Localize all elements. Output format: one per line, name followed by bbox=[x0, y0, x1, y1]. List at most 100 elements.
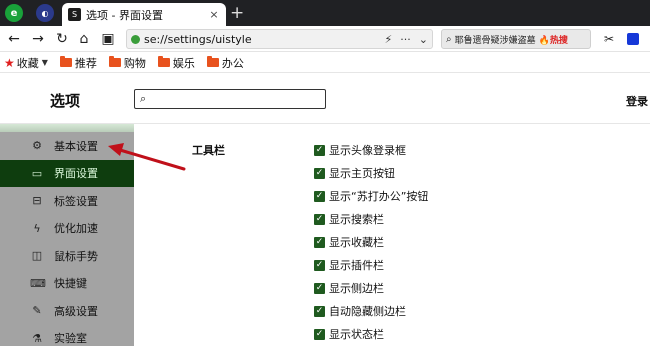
option-status-bar[interactable]: ✓ 显示状态栏 bbox=[314, 326, 384, 342]
option-sidebar[interactable]: ✓ 显示侧边栏 bbox=[314, 280, 384, 296]
option-label: 显示侧边栏 bbox=[329, 282, 384, 295]
checkbox-checked-icon[interactable]: ✓ bbox=[314, 259, 325, 271]
search-suggestion: 耶鲁遗骨疑涉嫌盗墓 bbox=[454, 35, 536, 46]
sidebar-item-shortcuts[interactable]: ⌨ 快捷键 bbox=[0, 270, 134, 298]
option-label: 显示插件栏 bbox=[329, 259, 384, 272]
option-label: 显示收藏栏 bbox=[329, 236, 384, 249]
tab-active[interactable]: S 选项 - 界面设置 × bbox=[62, 3, 226, 26]
page-title: 选项 bbox=[50, 92, 81, 110]
back-icon[interactable]: ← bbox=[5, 30, 23, 48]
chevron-down-icon[interactable]: ⌄ bbox=[419, 33, 428, 46]
sidebar-decoration bbox=[0, 124, 134, 132]
option-search-bar[interactable]: ✓ 显示搜索栏 bbox=[314, 211, 384, 227]
sidebar-item-mouse-gestures[interactable]: ◫ 鼠标手势 bbox=[0, 242, 134, 270]
option-bookmarks-bar[interactable]: ✓ 显示收藏栏 bbox=[314, 234, 384, 250]
toolbar-search-box[interactable]: ⌕ 耶鲁遗骨疑涉嫌盗墓 🔥热搜 bbox=[441, 29, 591, 49]
flask-icon: ⚗ bbox=[32, 331, 42, 345]
bookmark-folder[interactable]: 娱乐 bbox=[157, 55, 195, 71]
folder-icon bbox=[59, 56, 72, 67]
keyboard-icon: ⌨ bbox=[30, 276, 46, 290]
section-label-toolbar: 工具栏 bbox=[192, 144, 225, 157]
sidebar-item-label: 快捷键 bbox=[54, 277, 87, 291]
bookmark-folder[interactable]: 办公 bbox=[206, 55, 244, 71]
secure-icon bbox=[131, 34, 140, 44]
wrench-icon: ✎ bbox=[32, 304, 42, 318]
sidebar-item-ui[interactable]: ▭ 界面设置 bbox=[0, 159, 134, 187]
option-label: 显示主页按钮 bbox=[329, 167, 395, 180]
sidebar-item-label: 标签设置 bbox=[54, 194, 98, 208]
bolt-icon[interactable]: ⚡ bbox=[385, 33, 393, 46]
bookmark-favorites[interactable]: ★ 收藏 ▼ bbox=[4, 55, 48, 71]
sidebar-item-lab[interactable]: ⚗ 实验室 bbox=[0, 325, 134, 346]
checkbox-checked-icon[interactable]: ✓ bbox=[314, 328, 325, 340]
reload-icon[interactable]: ↻ bbox=[53, 30, 71, 48]
hot-search-label[interactable]: 🔥热搜 bbox=[539, 33, 568, 46]
home-icon[interactable]: ⌂ bbox=[75, 30, 93, 48]
option-label: 显示搜索栏 bbox=[329, 213, 384, 226]
checkbox-checked-icon[interactable]: ✓ bbox=[314, 282, 325, 294]
mouse-icon: ◫ bbox=[31, 249, 43, 263]
bookmark-label: 推荐 bbox=[74, 56, 97, 70]
settings-sidebar: ⚙ 基本设置 ▭ 界面设置 ⊟ 标签设置 ϟ 优化加速 ◫ 鼠标手势 ⌨ 快捷键 bbox=[0, 124, 134, 346]
extension-icon[interactable] bbox=[624, 30, 642, 48]
chevron-down-icon[interactable]: ▼ bbox=[42, 58, 48, 67]
option-plugin-bar[interactable]: ✓ 显示插件栏 bbox=[314, 257, 384, 273]
sidebar-item-tabs[interactable]: ⊟ 标签设置 bbox=[0, 187, 134, 215]
bolt-icon: ϟ bbox=[33, 221, 41, 235]
tab-close-icon[interactable]: × bbox=[208, 8, 220, 21]
sidebar-item-advanced[interactable]: ✎ 高级设置 bbox=[0, 297, 134, 325]
login-link[interactable]: 登录 bbox=[626, 93, 648, 109]
option-label: 自动隐藏侧边栏 bbox=[329, 305, 406, 318]
search-icon: ⌕ bbox=[446, 33, 452, 45]
folder-icon bbox=[157, 56, 170, 67]
sidebar-item-basic[interactable]: ⚙ 基本设置 bbox=[0, 132, 134, 160]
bookmark-folder[interactable]: 购物 bbox=[108, 55, 146, 71]
sidebar-item-label: 优化加速 bbox=[54, 222, 98, 236]
search-icon: ⌕ bbox=[140, 92, 147, 105]
checkbox-checked-icon[interactable]: ✓ bbox=[314, 213, 325, 225]
checkbox-checked-icon[interactable]: ✓ bbox=[314, 167, 325, 179]
checkbox-checked-icon[interactable]: ✓ bbox=[314, 236, 325, 248]
checkbox-checked-icon[interactable]: ✓ bbox=[314, 144, 325, 156]
new-tab-button[interactable]: + bbox=[230, 3, 244, 23]
briefcase-icon[interactable]: ▣ bbox=[99, 30, 117, 48]
sidebar-item-label: 鼠标手势 bbox=[54, 249, 98, 263]
option-label: 显示头像登录框 bbox=[329, 144, 406, 157]
folder-icon bbox=[206, 56, 219, 67]
sidebar-item-optimize[interactable]: ϟ 优化加速 bbox=[0, 215, 134, 243]
pinned-tab-icon[interactable]: ◐ bbox=[36, 4, 54, 22]
sidebar-item-label: 界面设置 bbox=[54, 167, 98, 181]
bookmark-label: 购物 bbox=[123, 56, 146, 70]
tab-favicon-icon: S bbox=[68, 8, 81, 21]
option-home-button[interactable]: ✓ 显示主页按钮 bbox=[314, 165, 395, 181]
settings-page: 选项 ⌕ 登录 ⚙ 基本设置 ▭ 界面设置 ⊟ 标签设置 ϟ 优化加速 ◫ 鼠标… bbox=[0, 74, 650, 346]
more-icon[interactable]: ··· bbox=[400, 33, 411, 46]
option-suda-office[interactable]: ✓ 显示“苏打办公”按钮 bbox=[314, 188, 428, 204]
bookmark-label: 收藏 bbox=[16, 56, 39, 70]
bookmark-label: 娱乐 bbox=[172, 56, 195, 70]
tab-strip: e ◐ S 选项 - 界面设置 × + bbox=[0, 0, 650, 26]
checkbox-checked-icon[interactable]: ✓ bbox=[314, 190, 325, 202]
option-autohide-sidebar[interactable]: ✓ 自动隐藏侧边栏 bbox=[314, 303, 406, 319]
tab-icon: ⊟ bbox=[32, 194, 42, 208]
bookmark-folder[interactable]: 推荐 bbox=[59, 55, 97, 71]
address-bar[interactable]: se://settings/uistyle ⚡ ··· ⌄ bbox=[126, 29, 433, 49]
window-icon: ▭ bbox=[31, 166, 43, 180]
toolbar: ← → ↻ ⌂ ▣ se://settings/uistyle ⚡ ··· ⌄ … bbox=[0, 26, 650, 52]
bookmarks-bar: ★ 收藏 ▼ 推荐 购物 娱乐 办公 bbox=[0, 53, 650, 73]
sidebar-item-label: 实验室 bbox=[54, 332, 87, 346]
scissors-icon[interactable]: ✂ bbox=[600, 30, 618, 48]
checkbox-checked-icon[interactable]: ✓ bbox=[314, 305, 325, 317]
tab-title: 选项 - 界面设置 bbox=[86, 8, 163, 22]
star-icon: ★ bbox=[4, 55, 15, 70]
option-label: 显示“苏打办公”按钮 bbox=[329, 190, 429, 203]
sidebar-item-label: 基本设置 bbox=[54, 139, 98, 153]
forward-icon[interactable]: → bbox=[29, 30, 47, 48]
browser-window: e ◐ S 选项 - 界面设置 × + ← → ↻ ⌂ ▣ se://setti… bbox=[0, 0, 650, 346]
option-avatar-login[interactable]: ✓ 显示头像登录框 bbox=[314, 142, 406, 158]
browser-logo-icon[interactable]: e bbox=[5, 4, 23, 22]
url-text[interactable]: se://settings/uistyle bbox=[144, 33, 377, 46]
bookmark-label: 办公 bbox=[221, 56, 244, 70]
sidebar-item-label: 高级设置 bbox=[54, 304, 98, 318]
settings-search-input[interactable]: ⌕ bbox=[134, 89, 326, 109]
